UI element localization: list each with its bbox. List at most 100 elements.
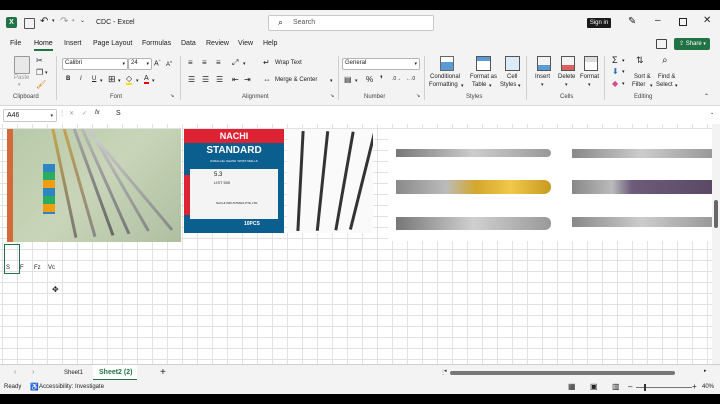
zoom-slider-thumb[interactable] (644, 384, 646, 391)
merge-center-button[interactable]: Merge & Center (275, 77, 317, 83)
align-right-icon[interactable]: ☰ (216, 75, 223, 84)
cell-styles-label-1[interactable]: Cell (507, 74, 517, 80)
increase-indent-icon[interactable]: ⇥ (244, 75, 251, 84)
decrease-indent-icon[interactable]: ⇤ (232, 75, 239, 84)
align-middle-icon[interactable]: ≡ (202, 58, 207, 67)
orientation-dropdown-icon[interactable]: ▾ (243, 61, 246, 67)
decrease-font-icon[interactable]: Av (166, 59, 172, 68)
zoom-in-icon[interactable]: + (692, 382, 697, 391)
fill-dropdown-icon[interactable]: ▾ (622, 69, 625, 75)
find-select-dropdown-icon[interactable]: ▾ (675, 83, 678, 89)
clear-dropdown-icon[interactable]: ▾ (622, 81, 625, 87)
accessibility-icon[interactable]: ♿ (30, 383, 39, 391)
insert-cells-button[interactable]: Insert (535, 74, 550, 80)
horizontal-scrollbar[interactable] (450, 371, 688, 375)
align-bottom-icon[interactable]: ≡ (216, 58, 221, 67)
hscroll-left-icon[interactable]: ◂ (444, 368, 447, 374)
minimize-icon[interactable]: – (655, 15, 661, 26)
insert-cells-dropdown-icon[interactable]: ▾ (541, 82, 544, 88)
menu-home[interactable]: Home (34, 40, 53, 47)
menu-page-layout[interactable]: Page Layout (93, 40, 132, 47)
merge-center-icon[interactable]: ⇔ (263, 75, 271, 84)
align-left-icon[interactable]: ☰ (188, 75, 195, 84)
sheet-scroll-right-icon[interactable]: › (32, 369, 34, 376)
cell-f[interactable]: F (20, 265, 24, 271)
fill-color-dropdown-icon[interactable]: ▾ (136, 78, 139, 84)
save-icon[interactable] (24, 18, 35, 29)
expand-formula-bar-icon[interactable]: ⌄ (710, 110, 714, 116)
wrap-text-icon[interactable]: ↵ (263, 58, 270, 67)
increase-font-icon[interactable]: A^ (154, 58, 161, 67)
cell-vc[interactable]: Vc (48, 265, 55, 271)
vertical-scrollbar[interactable] (712, 124, 720, 364)
font-color-dropdown-icon[interactable]: ▾ (152, 78, 155, 84)
page-break-view-icon[interactable]: ▥ (612, 382, 620, 391)
menu-review[interactable]: Review (206, 40, 229, 47)
menu-data[interactable]: Data (181, 40, 196, 47)
format-as-table-icon[interactable] (476, 56, 491, 71)
vertical-scrollbar-thumb-track[interactable] (714, 200, 718, 228)
underline-icon[interactable]: U (92, 76, 96, 82)
orientation-icon[interactable]: ⤢ (232, 58, 238, 68)
accounting-format-icon[interactable]: ▤ (344, 75, 352, 84)
increase-decimal-icon[interactable]: .0→ (392, 76, 401, 82)
paste-label[interactable]: Paste (14, 75, 29, 81)
menu-view[interactable]: View (238, 40, 253, 47)
format-as-table-label-2[interactable]: Table (472, 82, 486, 88)
paste-dropdown-icon[interactable]: ▾ (18, 82, 21, 88)
worksheet-grid[interactable]: NACHI STANDARD PARALLEL SHANK TWIST DRIL… (0, 124, 717, 364)
fill-icon[interactable]: ⬇ (612, 67, 619, 76)
sort-filter-label-2[interactable]: Filter (632, 82, 645, 88)
zoom-out-icon[interactable]: – (628, 382, 632, 391)
font-color-icon[interactable]: A (144, 75, 149, 84)
zoom-slider[interactable] (636, 384, 692, 391)
paste-icon[interactable] (14, 56, 30, 74)
menu-help[interactable]: Help (263, 40, 277, 47)
conditional-formatting-label-1[interactable]: Conditional (430, 74, 460, 80)
find-select-icon[interactable]: ⌕ (662, 55, 668, 66)
name-box[interactable]: A46 ▾ (3, 109, 57, 122)
formula-options-icon[interactable]: ⋮ (59, 110, 65, 117)
bold-icon[interactable]: B (66, 76, 70, 82)
sheet-tab-sheet1[interactable]: Sheet1 (64, 370, 83, 376)
close-icon[interactable]: ✕ (703, 15, 711, 26)
sort-filter-label-1[interactable]: Sort & (634, 74, 651, 80)
comma-style-icon[interactable]: ❜ (380, 74, 383, 85)
menu-insert[interactable]: Insert (64, 40, 82, 47)
zoom-level[interactable]: 40% (702, 384, 714, 390)
conditional-formatting-label-2[interactable]: Formatting (429, 82, 458, 88)
wrap-text-button[interactable]: Wrap Text (275, 60, 302, 66)
format-cells-dropdown-icon[interactable]: ▾ (588, 82, 591, 88)
format-cells-button[interactable]: Format (580, 74, 599, 80)
autosum-dropdown-icon[interactable]: ▾ (622, 58, 625, 64)
format-cells-icon[interactable] (584, 56, 598, 71)
normal-view-icon[interactable]: ▦ (568, 382, 576, 391)
accessibility-status[interactable]: Accessibility: Investigate (39, 384, 104, 390)
font-dialog-launcher-icon[interactable]: ↘ (170, 93, 174, 99)
insert-function-button[interactable]: fx (95, 110, 100, 116)
undo-dropdown-icon[interactable]: ▾ (52, 18, 55, 24)
italic-icon[interactable]: I (80, 76, 82, 82)
conditional-formatting-icon[interactable] (440, 56, 454, 71)
find-select-label-2[interactable]: Select (656, 82, 673, 88)
font-size-select[interactable]: 24 ▾ (128, 58, 152, 70)
align-center-icon[interactable]: ☰ (202, 75, 209, 84)
decrease-decimal-icon[interactable]: ←.0 (406, 76, 415, 82)
delete-cells-icon[interactable] (561, 56, 575, 71)
cancel-entry-icon[interactable]: ✕ (69, 110, 74, 117)
align-top-icon[interactable]: ≡ (188, 58, 193, 67)
format-as-table-dropdown-icon[interactable]: ▾ (489, 83, 492, 89)
accounting-dropdown-icon[interactable]: ▾ (355, 78, 358, 84)
cell-styles-icon[interactable] (505, 56, 520, 71)
share-button[interactable]: ⇪ Share ▾ (674, 38, 710, 50)
menu-file[interactable]: File (10, 40, 21, 47)
format-painter-icon[interactable]: 🖌 (36, 80, 46, 89)
menu-formulas[interactable]: Formulas (142, 40, 171, 47)
delete-cells-button[interactable]: Delete (558, 74, 575, 80)
hscroll-right-icon[interactable]: ▸ (704, 368, 707, 374)
borders-icon[interactable]: ⊞ (108, 74, 116, 85)
horizontal-scrollbar-thumb[interactable] (450, 371, 675, 375)
number-dialog-launcher-icon[interactable]: ↘ (416, 93, 420, 99)
autosum-icon[interactable]: Σ (612, 55, 618, 65)
delete-cells-dropdown-icon[interactable]: ▾ (565, 82, 568, 88)
